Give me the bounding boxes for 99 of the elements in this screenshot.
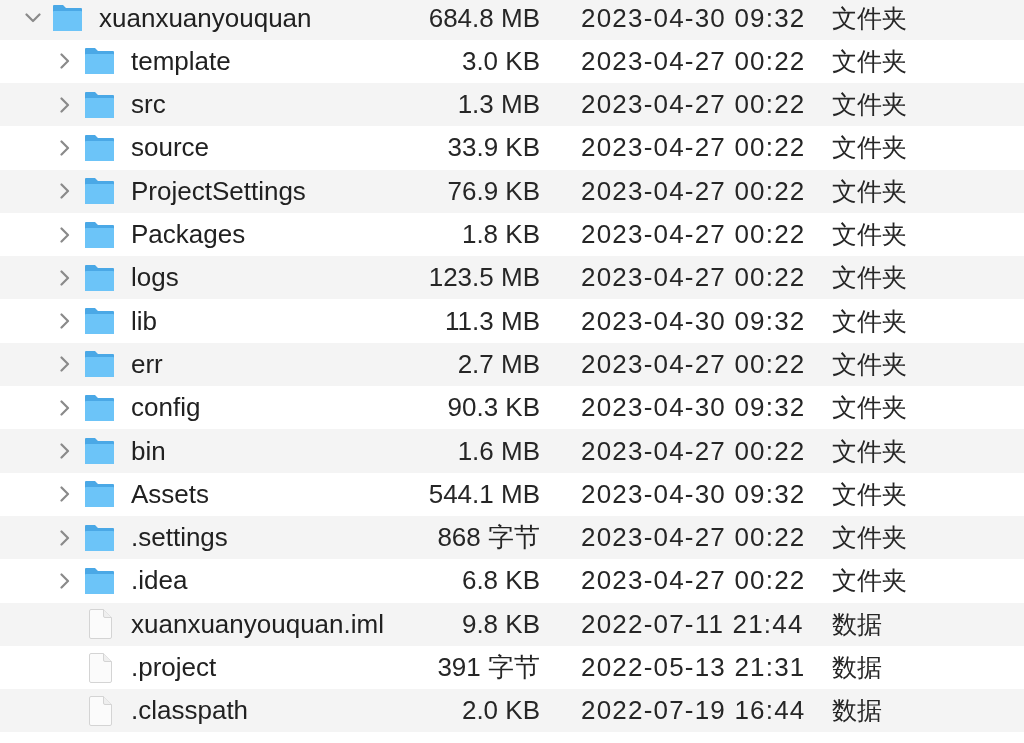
item-size: 2.0 KB: [461, 695, 540, 727]
chevron-down-icon[interactable]: [25, 13, 41, 24]
folder-icon: [84, 307, 115, 336]
item-size: 90.3 KB: [447, 392, 540, 424]
item-kind: 文件夹: [832, 565, 907, 597]
item-size: 544.1 MB: [428, 478, 540, 510]
chevron-right-icon[interactable]: [60, 356, 70, 373]
item-kind: 文件夹: [832, 435, 907, 467]
file-icon: [87, 695, 112, 726]
item-kind: 文件夹: [832, 45, 907, 77]
item-size: 9.8 KB: [461, 608, 540, 640]
item-name: lib: [131, 305, 157, 337]
folder-icon: [84, 393, 115, 422]
item-kind: 文件夹: [832, 132, 907, 164]
chevron-right-icon[interactable]: [60, 183, 70, 200]
folder-icon: [84, 566, 115, 595]
chevron-right-icon[interactable]: [60, 572, 70, 589]
folder-icon: [84, 263, 115, 292]
item-size: 33.9 KB: [447, 132, 540, 164]
item-size: 11.3 MB: [445, 305, 540, 337]
item-date: 2023-04-27 00:22: [581, 175, 806, 207]
item-name: config: [131, 392, 201, 424]
item-name: src: [131, 89, 166, 121]
item-size: 868 字节: [437, 521, 540, 555]
item-date: 2023-04-30 09:32: [581, 392, 806, 424]
item-kind: 数据: [832, 652, 882, 683]
folder-icon: [84, 47, 115, 76]
item-name: err: [131, 348, 163, 380]
item-date: 2022-07-19 16:44: [581, 695, 806, 727]
item-date: 2023-04-27 00:22: [581, 45, 806, 77]
item-name: source: [131, 132, 210, 164]
chevron-right-icon[interactable]: [60, 443, 70, 459]
folder-icon: [84, 480, 115, 509]
item-size: 123.5 MB: [428, 262, 540, 294]
item-name: ProjectSettings: [131, 175, 306, 207]
item-name: .idea: [131, 565, 188, 597]
item-kind: 文件夹: [832, 262, 907, 294]
folder-icon: [84, 220, 115, 249]
item-kind: 文件夹: [832, 175, 907, 207]
item-kind: 文件夹: [832, 89, 907, 121]
folder-icon: [84, 133, 115, 162]
item-size: 2.7 MB: [457, 348, 540, 380]
item-size: 1.8 KB: [461, 219, 540, 251]
item-date: 2023-04-30 09:32: [581, 2, 806, 34]
item-size: 391 字节: [437, 651, 540, 684]
item-kind: 文件夹: [832, 219, 907, 251]
item-date: 2022-05-13 21:31: [581, 652, 806, 683]
item-date: 2023-04-27 00:22: [581, 435, 806, 467]
item-date: 2023-04-27 00:22: [581, 262, 806, 294]
item-name: bin: [131, 435, 166, 467]
item-date: 2023-04-27 00:22: [581, 522, 806, 554]
item-size: 76.9 KB: [447, 175, 540, 207]
folder-icon: [52, 4, 83, 33]
chevron-right-icon[interactable]: [60, 53, 70, 70]
chevron-right-icon[interactable]: [60, 96, 70, 113]
folder-icon: [84, 177, 115, 206]
item-date: 2023-04-30 09:32: [581, 305, 806, 337]
chevron-right-icon[interactable]: [60, 399, 70, 416]
item-size: 684.8 MB: [428, 2, 540, 34]
item-date: 2023-04-27 00:22: [581, 89, 806, 121]
folder-icon: [84, 523, 115, 552]
item-kind: 数据: [832, 608, 882, 640]
item-name: .settings: [131, 522, 228, 554]
item-size: 6.8 KB: [461, 565, 540, 597]
item-date: 2023-04-27 00:22: [581, 132, 806, 164]
item-date: 2023-04-30 09:32: [581, 478, 806, 510]
item-size: 1.3 MB: [457, 89, 540, 121]
item-date: 2023-04-27 00:22: [581, 219, 806, 251]
item-name: logs: [131, 262, 179, 294]
item-kind: 文件夹: [832, 348, 907, 380]
item-size: 3.0 KB: [461, 45, 540, 77]
item-size: 1.6 MB: [457, 435, 540, 467]
item-name: .project: [131, 652, 217, 683]
file-icon: [87, 652, 112, 683]
item-name: .classpath: [131, 695, 249, 727]
chevron-right-icon[interactable]: [60, 139, 70, 156]
chevron-right-icon[interactable]: [60, 529, 70, 546]
item-name: xuanxuanyouquan.iml: [131, 608, 384, 640]
item-kind: 文件夹: [832, 522, 907, 554]
item-name: Assets: [131, 478, 210, 510]
item-date: 2023-04-27 00:22: [581, 565, 806, 597]
item-kind: 文件夹: [832, 478, 907, 510]
item-date: 2022-07-11 21:44: [581, 608, 804, 640]
item-kind: 文件夹: [832, 2, 907, 34]
item-name: template: [131, 45, 231, 77]
file-icon: [87, 609, 112, 640]
chevron-right-icon[interactable]: [60, 269, 70, 286]
item-kind: 数据: [832, 695, 882, 727]
folder-icon: [84, 90, 115, 119]
item-name: xuanxuanyouquan: [99, 2, 312, 34]
chevron-right-icon[interactable]: [60, 486, 70, 503]
chevron-right-icon[interactable]: [60, 226, 70, 243]
folder-icon: [84, 350, 115, 379]
item-kind: 文件夹: [832, 305, 907, 337]
folder-icon: [84, 437, 115, 465]
item-kind: 文件夹: [832, 392, 907, 424]
item-name: Packages: [131, 219, 246, 251]
item-date: 2023-04-27 00:22: [581, 348, 806, 380]
chevron-right-icon[interactable]: [60, 313, 70, 330]
